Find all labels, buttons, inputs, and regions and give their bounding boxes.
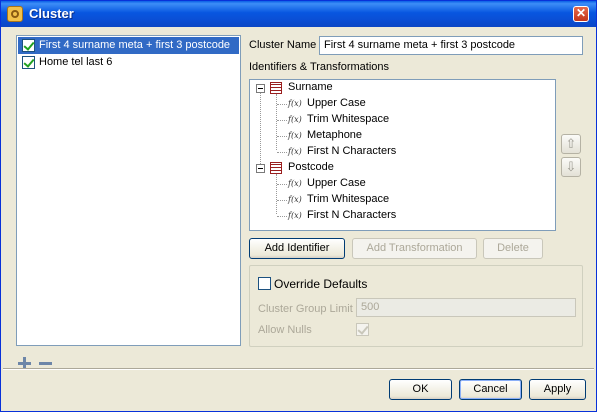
identifiers-tree[interactable]: Surname f(x) Upper Case f(x) Trim Whites… [249, 79, 556, 231]
collapse-icon[interactable] [256, 84, 265, 93]
cluster-enabled-checkbox[interactable] [22, 39, 35, 52]
function-icon: f(x) [288, 99, 302, 108]
cluster-list-item[interactable]: Home tel last 6 [18, 54, 239, 71]
override-defaults-label: Override Defaults [274, 277, 368, 291]
ok-button[interactable]: OK [389, 379, 452, 400]
tree-connector [277, 136, 287, 137]
tree-transformation[interactable]: f(x) Trim Whitespace [250, 192, 550, 208]
cluster-list-item-label: Home tel last 6 [39, 56, 113, 68]
identifiers-label: Identifiers & Transformations [249, 61, 390, 73]
allow-nulls-label: Allow Nulls [258, 324, 312, 336]
tree-transformation[interactable]: f(x) First N Characters [250, 144, 550, 160]
tree-connector [277, 152, 287, 153]
tree-transformation-label: Trim Whitespace [307, 193, 390, 205]
tree-transformation-label: Upper Case [307, 177, 366, 189]
tree-transformation[interactable]: f(x) First N Characters [250, 208, 550, 224]
add-transformation-button[interactable]: Add Transformation [352, 238, 477, 259]
collapse-icon[interactable] [256, 164, 265, 173]
tree-transformation[interactable]: f(x) Trim Whitespace [250, 112, 550, 128]
cluster-enabled-checkbox[interactable] [22, 56, 35, 69]
tree-transformation-label: Upper Case [307, 97, 366, 109]
close-button[interactable]: ✕ [573, 6, 589, 22]
tree-transformation-label: Trim Whitespace [307, 113, 390, 125]
tree-identifier-postcode[interactable]: Postcode [250, 160, 550, 176]
tree-transformation[interactable]: f(x) Metaphone [250, 128, 550, 144]
tree-connector [277, 120, 287, 121]
override-defaults-checkbox[interactable] [258, 277, 271, 290]
move-down-button[interactable]: ⇩ [561, 157, 581, 177]
cluster-group-limit-input[interactable]: 500 [356, 298, 576, 317]
cancel-button[interactable]: Cancel [459, 379, 522, 400]
function-icon: f(x) [288, 195, 302, 204]
tree-identifier-surname[interactable]: Surname [250, 80, 550, 96]
allow-nulls-checkbox[interactable] [356, 323, 369, 336]
tree-identifier-label: Surname [288, 81, 333, 93]
tree-transformation-label: First N Characters [307, 209, 397, 221]
tree-transformation-label: First N Characters [307, 145, 397, 157]
cluster-group-limit-label: Cluster Group Limit [258, 303, 353, 315]
function-icon: f(x) [288, 131, 302, 140]
app-icon [7, 6, 23, 22]
table-icon [270, 162, 282, 174]
cluster-dialog: Cluster ✕ First 4 surname meta + first 3… [0, 0, 597, 412]
title-bar[interactable]: Cluster ✕ [1, 1, 596, 27]
cluster-list[interactable]: First 4 surname meta + first 3 postcode … [16, 35, 241, 346]
remove-cluster-icon[interactable] [39, 362, 52, 365]
tree-transformation-label: Metaphone [307, 129, 363, 141]
move-up-button[interactable]: ⇧ [561, 134, 581, 154]
cluster-name-input[interactable]: First 4 surname meta + first 3 postcode [319, 36, 583, 55]
function-icon: f(x) [288, 211, 302, 220]
table-icon [270, 82, 282, 94]
cluster-list-item-label: First 4 surname meta + first 3 postcode [39, 39, 231, 51]
tree-connector [277, 200, 287, 201]
tree-identifier-label: Postcode [288, 161, 334, 173]
function-icon: f(x) [288, 115, 302, 124]
tree-transformation[interactable]: f(x) Upper Case [250, 176, 550, 192]
apply-button[interactable]: Apply [529, 379, 586, 400]
cluster-name-label: Cluster Name [249, 39, 317, 51]
defaults-group: Override Defaults Cluster Group Limit 50… [249, 265, 583, 347]
delete-button[interactable]: Delete [483, 238, 543, 259]
function-icon: f(x) [288, 147, 302, 156]
tree-connector [277, 104, 287, 105]
window-title: Cluster [29, 6, 74, 21]
function-icon: f(x) [288, 179, 302, 188]
add-identifier-button[interactable]: Add Identifier [249, 238, 345, 259]
tree-transformation[interactable]: f(x) Upper Case [250, 96, 550, 112]
tree-connector [277, 216, 287, 217]
cluster-list-item[interactable]: First 4 surname meta + first 3 postcode [18, 37, 239, 54]
tree-connector [277, 184, 287, 185]
divider [3, 368, 594, 370]
